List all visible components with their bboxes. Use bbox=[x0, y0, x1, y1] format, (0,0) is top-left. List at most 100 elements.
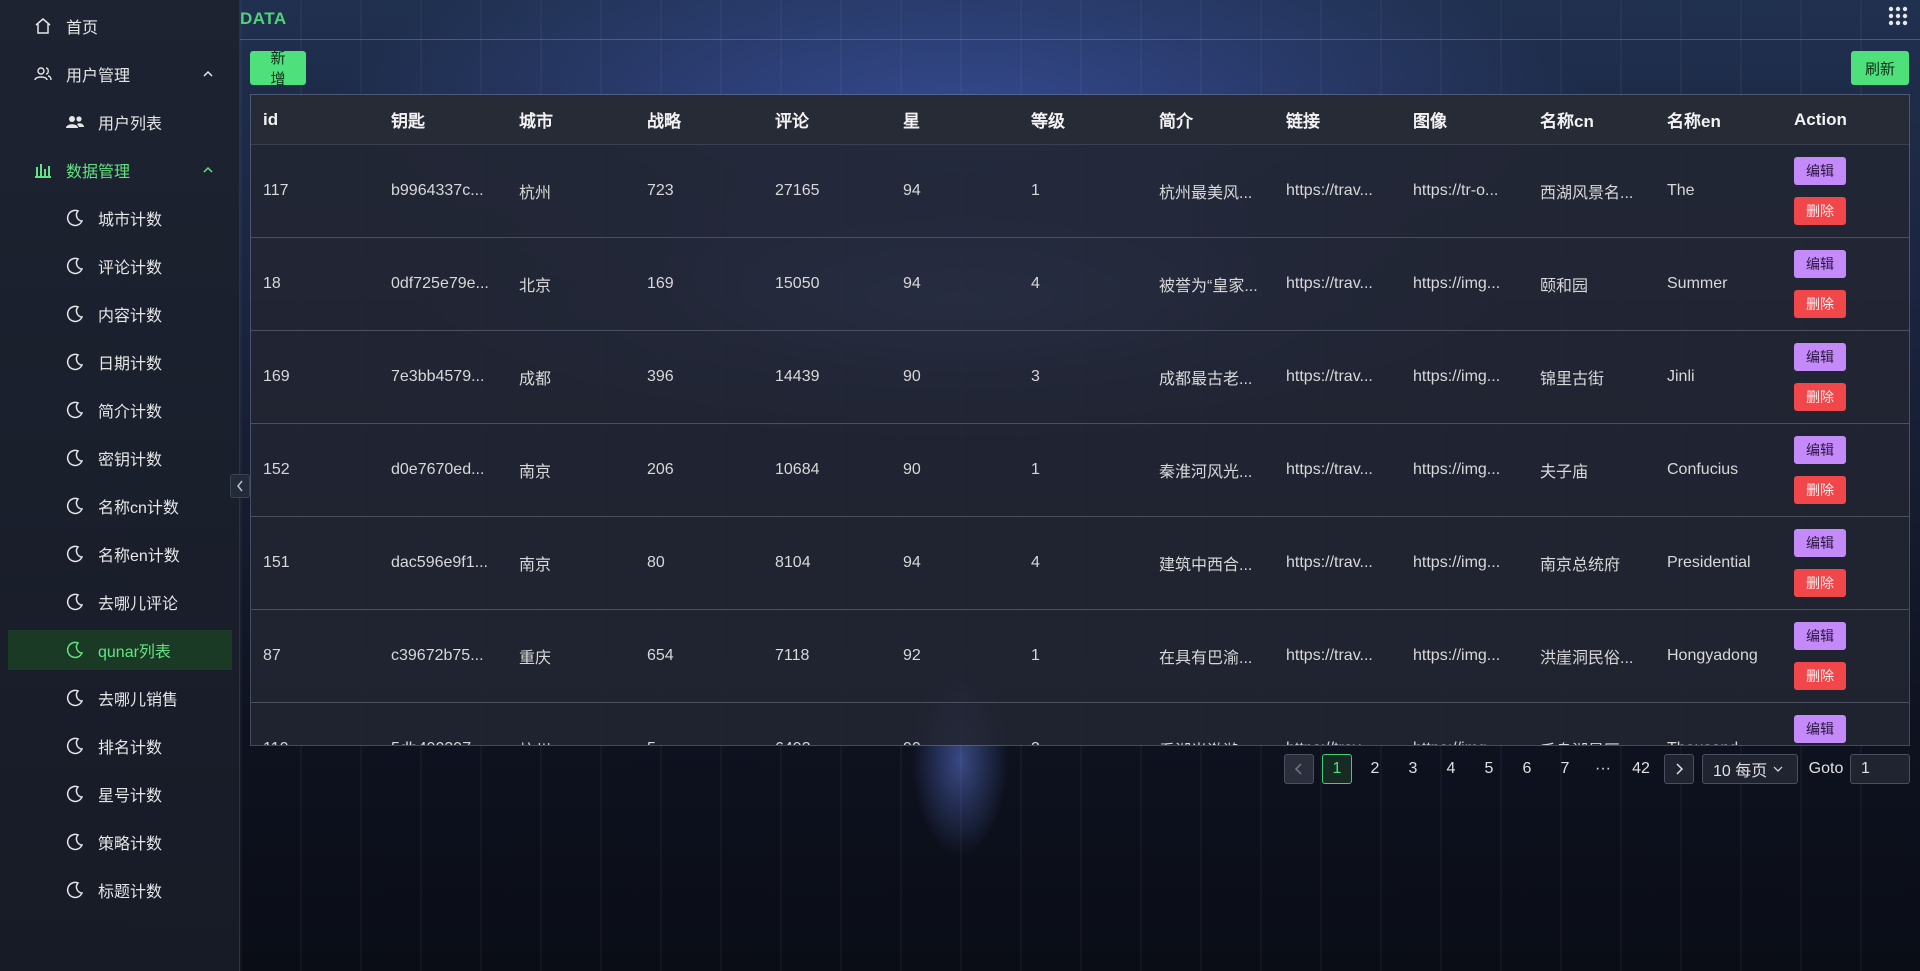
column-header[interactable]: 战略 bbox=[635, 95, 763, 144]
table-cell: 锦里古街 bbox=[1540, 371, 1605, 388]
table-cell: https://trav... bbox=[1286, 554, 1373, 571]
table-cell: 94 bbox=[903, 182, 921, 199]
row-actions: 编辑删除 bbox=[1782, 238, 1909, 330]
edit-button[interactable]: 编辑 bbox=[1794, 343, 1846, 371]
sidebar-item[interactable]: 首页 bbox=[8, 6, 232, 46]
sidebar-item[interactable]: 名称en计数 bbox=[8, 534, 232, 574]
page-number-button[interactable]: 4 bbox=[1433, 754, 1469, 784]
table-cell: 洪崖洞民俗... bbox=[1540, 650, 1634, 667]
sidebar-item[interactable]: 用户管理 bbox=[8, 54, 232, 94]
column-header[interactable]: 名称en bbox=[1655, 95, 1782, 144]
table-cell: https://trav... bbox=[1286, 647, 1373, 664]
column-header[interactable]: Action bbox=[1782, 95, 1909, 144]
table-cell: 杭州 bbox=[519, 185, 552, 202]
sidebar-item[interactable]: 城市计数 bbox=[8, 198, 232, 238]
delete-button[interactable]: 删除 bbox=[1794, 383, 1846, 411]
table-cell: https://trav... bbox=[1286, 368, 1373, 385]
column-header[interactable]: 星 bbox=[891, 95, 1019, 144]
column-header[interactable]: 名称cn bbox=[1528, 95, 1655, 144]
sidebar-item-label: 内容计数 bbox=[98, 308, 163, 325]
sidebar-item-label: 策略计数 bbox=[98, 836, 163, 853]
delete-button[interactable]: 删除 bbox=[1794, 476, 1846, 504]
table-cell: 90 bbox=[903, 461, 921, 478]
sidebar-item[interactable]: 标题计数 bbox=[8, 870, 232, 910]
column-header[interactable]: 简介 bbox=[1147, 95, 1274, 144]
delete-button[interactable]: 删除 bbox=[1794, 197, 1846, 225]
sidebar: 首页用户管理用户列表数据管理城市计数评论计数内容计数日期计数简介计数密钥计数名称… bbox=[0, 0, 240, 971]
moon-icon bbox=[64, 303, 86, 325]
sidebar-item[interactable]: 去哪儿评论 bbox=[8, 582, 232, 622]
add-button[interactable]: 新增 bbox=[250, 50, 306, 88]
table-cell: https://img... bbox=[1413, 275, 1501, 292]
sidebar-item[interactable]: 策略计数 bbox=[8, 822, 232, 862]
column-header[interactable]: 链接 bbox=[1274, 95, 1401, 144]
sidebar-item[interactable]: 日期计数 bbox=[8, 342, 232, 382]
table-cell: 94 bbox=[903, 275, 921, 292]
table-cell: 90 bbox=[903, 368, 921, 385]
page-size-select[interactable]: 10 每页 bbox=[1702, 754, 1798, 784]
page-number-button[interactable]: 3 bbox=[1395, 754, 1431, 784]
edit-button[interactable]: 编辑 bbox=[1794, 715, 1846, 743]
sidebar-item[interactable]: 用户列表 bbox=[8, 102, 232, 142]
page-ellipsis[interactable]: ··· bbox=[1585, 754, 1621, 784]
moon-icon bbox=[64, 879, 86, 901]
column-header[interactable]: 图像 bbox=[1401, 95, 1528, 144]
sidebar-item-label: 星号计数 bbox=[98, 788, 163, 805]
sidebar-item[interactable]: 数据管理 bbox=[8, 150, 232, 190]
table-cell: 169 bbox=[263, 368, 290, 385]
table-cell: 7118 bbox=[775, 647, 810, 664]
edit-button[interactable]: 编辑 bbox=[1794, 157, 1846, 185]
row-actions: 编辑删除 bbox=[1782, 703, 1909, 745]
refresh-button[interactable]: 刷新 bbox=[1851, 51, 1909, 85]
grid-apps-icon[interactable] bbox=[1888, 6, 1908, 31]
edit-button[interactable]: 编辑 bbox=[1794, 250, 1846, 278]
sidebar-item[interactable]: qunar列表 bbox=[8, 630, 232, 670]
prev-page-button[interactable] bbox=[1284, 754, 1314, 784]
sidebar-item[interactable]: 排名计数 bbox=[8, 726, 232, 766]
table-cell: 千岛湖景区 bbox=[1528, 703, 1655, 745]
table-cell: Presidential bbox=[1667, 554, 1751, 571]
sidebar-item[interactable]: 星号计数 bbox=[8, 774, 232, 814]
column-header[interactable]: 城市 bbox=[507, 95, 635, 144]
table-cell: https://img... bbox=[1413, 461, 1501, 478]
table-cell: 1 bbox=[1031, 647, 1040, 664]
page-number-button[interactable]: 2 bbox=[1357, 754, 1393, 784]
sidebar-item[interactable]: 密钥计数 bbox=[8, 438, 232, 478]
table-row: 1105db490397...杭州56493903看湖光潋滟...https:/… bbox=[251, 703, 1909, 745]
moon-icon bbox=[64, 543, 86, 565]
column-header[interactable]: 评论 bbox=[763, 95, 891, 144]
table-cell: 建筑中西合... bbox=[1159, 557, 1253, 574]
table-cell: 94 bbox=[903, 554, 921, 571]
page-number-button[interactable]: 42 bbox=[1623, 754, 1659, 784]
sidebar-item[interactable]: 简介计数 bbox=[8, 390, 232, 430]
sidebar-item[interactable]: 内容计数 bbox=[8, 294, 232, 334]
moon-icon bbox=[64, 735, 86, 757]
table-row: 151 dac596e9f1... 南京 80 8104 94 4 建筑中西合... https… bbox=[251, 517, 1909, 610]
page-number-button[interactable]: 5 bbox=[1471, 754, 1507, 784]
table-cell: c39672b75... bbox=[391, 647, 484, 664]
delete-button[interactable]: 删除 bbox=[1794, 662, 1846, 690]
next-page-button[interactable] bbox=[1664, 754, 1694, 784]
edit-button[interactable]: 编辑 bbox=[1794, 529, 1846, 557]
edit-button[interactable]: 编辑 bbox=[1794, 622, 1846, 650]
edit-button[interactable]: 编辑 bbox=[1794, 436, 1846, 464]
column-header[interactable]: 钥匙 bbox=[379, 95, 507, 144]
page-number-button[interactable]: 1 bbox=[1322, 754, 1352, 784]
delete-button[interactable]: 删除 bbox=[1794, 290, 1846, 318]
chevron-up-icon bbox=[203, 70, 213, 77]
table-cell: 南京 bbox=[519, 557, 552, 574]
sidebar-item[interactable]: 名称cn计数 bbox=[8, 486, 232, 526]
table-cell: 90 bbox=[891, 703, 1019, 745]
delete-button[interactable]: 删除 bbox=[1794, 569, 1846, 597]
table-cell: 654 bbox=[647, 647, 674, 664]
table-cell: 152 bbox=[263, 461, 290, 478]
page-number-button[interactable]: 6 bbox=[1509, 754, 1545, 784]
page-number-button[interactable]: 7 bbox=[1547, 754, 1583, 784]
column-header[interactable]: id bbox=[251, 95, 379, 144]
sidebar-item[interactable]: 去哪儿销售 bbox=[8, 678, 232, 718]
sidebar-item[interactable]: 评论计数 bbox=[8, 246, 232, 286]
goto-page-input[interactable]: 1 bbox=[1850, 754, 1910, 784]
row-actions: 编辑删除 bbox=[1782, 331, 1909, 423]
sidebar-collapse-button[interactable] bbox=[230, 474, 250, 498]
column-header[interactable]: 等级 bbox=[1019, 95, 1147, 144]
